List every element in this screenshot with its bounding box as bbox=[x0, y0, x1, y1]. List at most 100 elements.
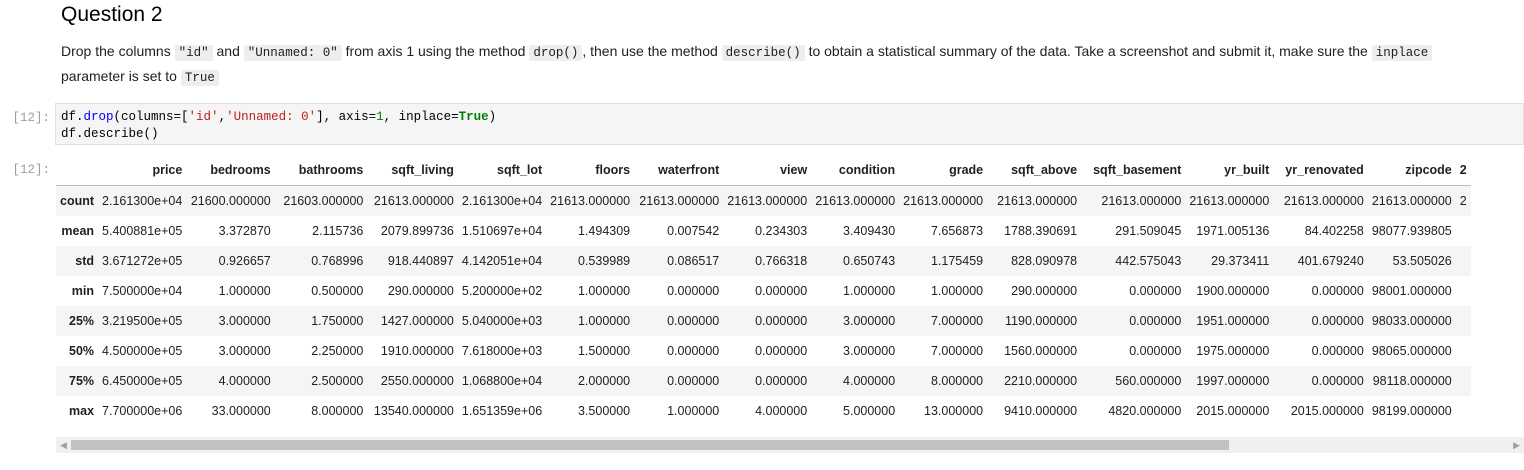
table-cell: 7.700000e+06 bbox=[102, 404, 183, 418]
code-line-2[interactable]: df.describe() bbox=[61, 127, 159, 141]
column-header: sqft_basement bbox=[1081, 155, 1186, 186]
table-cell: 0.000000 bbox=[1129, 314, 1182, 328]
table-cell: 7.000000 bbox=[930, 314, 984, 328]
describe-output-table: price bedrooms bathrooms sqft_living sqf… bbox=[56, 155, 1471, 426]
row-label: 50% bbox=[69, 344, 95, 358]
table-cell: 291.509045 bbox=[1115, 224, 1182, 238]
table-cell: 8.000000 bbox=[311, 404, 364, 418]
scroll-thumb[interactable] bbox=[71, 440, 1229, 450]
table-cell: 0.000000 bbox=[1311, 344, 1364, 358]
table-header-row: price bedrooms bathrooms sqft_living sqf… bbox=[56, 155, 1471, 186]
table-cell: 3.500000 bbox=[577, 404, 631, 418]
inline-code: True bbox=[180, 70, 219, 86]
table-cell: 1560.000000 bbox=[1004, 344, 1078, 358]
horizontal-scrollbar[interactable]: ◀ ▶ bbox=[56, 437, 1524, 453]
inline-code: "Unnamed: 0" bbox=[243, 45, 342, 61]
inline-code: inplace bbox=[1371, 45, 1433, 61]
column-header: grade bbox=[899, 155, 988, 186]
table-cell: 5.200000e+02 bbox=[461, 284, 543, 298]
table-cell: 0.000000 bbox=[667, 374, 720, 388]
instruction-text: and bbox=[212, 43, 244, 59]
table-cell: 0.766318 bbox=[755, 254, 808, 268]
table-cell: 828.090978 bbox=[1011, 254, 1078, 268]
scroll-left-arrow-icon[interactable]: ◀ bbox=[60, 437, 67, 453]
table-row: 75% 6.450000e+05 4.000000 2.500000 2550.0000… bbox=[56, 366, 1471, 396]
table-row: std 3.671272e+05 0.926657 0.768996 918.44089… bbox=[56, 246, 1471, 276]
table-cell: 21613.000000 bbox=[373, 194, 454, 208]
table-cell: 401.679240 bbox=[1297, 254, 1364, 268]
table-cell: 0.000000 bbox=[1129, 344, 1182, 358]
table-cell: 918.440897 bbox=[387, 254, 454, 268]
table-cell: 0.650743 bbox=[843, 254, 896, 268]
table-cell: 21613.000000 bbox=[727, 194, 808, 208]
table-cell: 3.000000 bbox=[218, 314, 271, 328]
table-cell bbox=[1456, 366, 1471, 396]
table-cell: 0.007542 bbox=[667, 224, 720, 238]
table-cell: 4.142051e+04 bbox=[461, 254, 543, 268]
table-cell bbox=[1456, 396, 1471, 426]
table-cell: 98077.939805 bbox=[1371, 224, 1452, 238]
table-cell: 0.000000 bbox=[755, 284, 808, 298]
table-cell: 0.539989 bbox=[577, 254, 631, 268]
table-cell: 1190.000000 bbox=[1005, 314, 1078, 328]
table-cell: 1.000000 bbox=[930, 284, 984, 298]
column-header: bedrooms bbox=[186, 155, 275, 186]
instruction-text: to obtain a statistical summary of the d… bbox=[804, 43, 1372, 59]
table-cell: 290.000000 bbox=[387, 284, 454, 298]
table-cell: 3.000000 bbox=[218, 344, 271, 358]
column-header: waterfront bbox=[634, 155, 724, 186]
table-cell: 0.500000 bbox=[311, 284, 364, 298]
row-label: min bbox=[71, 284, 95, 298]
table-cell: 7.656873 bbox=[930, 224, 984, 238]
row-label: max bbox=[69, 404, 95, 418]
table-cell: 1.000000 bbox=[667, 404, 720, 418]
table-cell: 4.500000e+05 bbox=[102, 344, 183, 358]
table-cell: 2 bbox=[1459, 194, 1467, 208]
column-header: floors bbox=[546, 155, 635, 186]
table-cell: 6.450000e+05 bbox=[102, 374, 183, 388]
table-cell bbox=[1456, 216, 1471, 246]
table-cell: 1.175459 bbox=[930, 254, 984, 268]
table-cell: 3.000000 bbox=[843, 344, 896, 358]
scroll-right-arrow-icon[interactable]: ▶ bbox=[1513, 437, 1520, 453]
table-cell: 2.161300e+04 bbox=[461, 194, 543, 208]
inline-code: describe() bbox=[721, 45, 805, 61]
index-header bbox=[56, 155, 99, 186]
table-cell: 21600.000000 bbox=[190, 194, 271, 208]
table-cell: 1997.000000 bbox=[1196, 374, 1270, 388]
table-cell: 7.500000e+04 bbox=[102, 284, 183, 298]
table-cell: 8.000000 bbox=[930, 374, 984, 388]
table-cell: 0.000000 bbox=[755, 314, 808, 328]
table-cell: 13540.000000 bbox=[373, 404, 454, 418]
table-cell: 1900.000000 bbox=[1196, 284, 1270, 298]
table-cell: 2210.000000 bbox=[1004, 374, 1078, 388]
code-cell[interactable]: df.drop(columns=['id','Unnamed: 0'], axi… bbox=[55, 103, 1524, 145]
instruction-text: Drop the columns bbox=[61, 43, 175, 59]
table-cell: 0.926657 bbox=[218, 254, 271, 268]
table-cell: 4820.000000 bbox=[1108, 404, 1182, 418]
code-line-1[interactable]: df.drop(columns=['id','Unnamed: 0'], axi… bbox=[61, 110, 496, 124]
table-cell: 1.500000 bbox=[577, 344, 631, 358]
table-cell: 98118.000000 bbox=[1372, 374, 1452, 388]
column-header: bathrooms bbox=[274, 155, 368, 186]
table-cell: 21613.000000 bbox=[997, 194, 1078, 208]
row-label: 75% bbox=[69, 374, 95, 388]
column-header: price bbox=[98, 155, 187, 186]
inline-code: drop() bbox=[529, 45, 583, 61]
table-row: 25% 3.219500e+05 3.000000 1.750000 1427.0000… bbox=[56, 306, 1471, 336]
instructions-paragraph: Drop the columns "id" and "Unnamed: 0" f… bbox=[61, 40, 1461, 90]
column-header: sqft_lot bbox=[457, 155, 547, 186]
table-cell: 33.000000 bbox=[211, 404, 271, 418]
table-cell: 21613.000000 bbox=[550, 194, 631, 208]
table-cell: 21613.000000 bbox=[903, 194, 984, 208]
table-cell: 98033.000000 bbox=[1371, 314, 1452, 328]
table-cell: 21613.000000 bbox=[1283, 194, 1364, 208]
table-cell: 21613.000000 bbox=[639, 194, 720, 208]
input-prompt: [12]: bbox=[12, 111, 50, 125]
column-header: view bbox=[723, 155, 812, 186]
table-cell: 4.000000 bbox=[843, 374, 896, 388]
table-cell: 1.000000 bbox=[577, 314, 631, 328]
table-cell: 2.000000 bbox=[577, 374, 631, 388]
table-cell bbox=[1456, 276, 1471, 306]
table-cell: 1.494309 bbox=[577, 224, 631, 238]
